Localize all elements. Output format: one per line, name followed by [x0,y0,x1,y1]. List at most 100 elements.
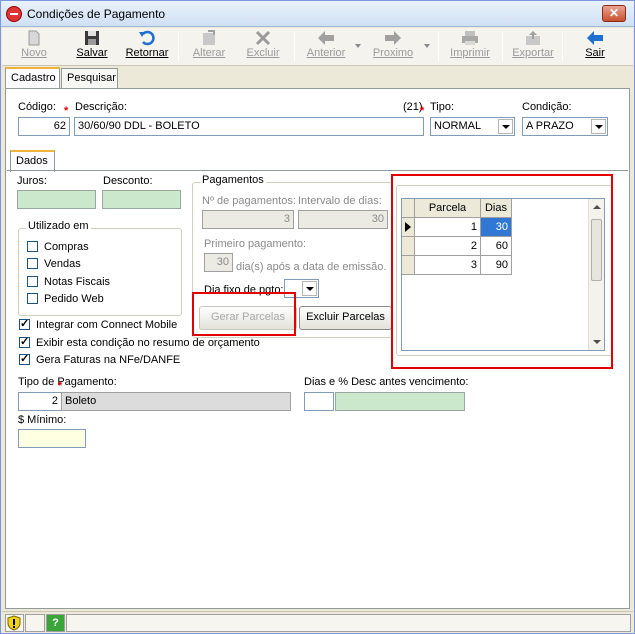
descricao-label: Descrição: [75,101,127,113]
excluir-parcelas-button[interactable]: Excluir Parcelas [299,306,392,330]
exportar-button[interactable]: Exportar [510,29,556,64]
compras-checkbox[interactable]: Compras [27,241,89,253]
notas-fiscais-checkbox[interactable]: Notas Fiscais [27,276,110,288]
vendas-label: Vendas [44,258,81,270]
required-marker: * [58,380,63,392]
gera-faturas-checkbox[interactable]: Gera Faturas na NFe/DANFE [19,352,181,366]
intervalo-label: Intervalo de dias: [298,195,382,207]
status-bar: ? [2,611,633,633]
exit-arrow-icon [587,31,603,45]
toolbar-separator [562,32,563,61]
printer-icon [462,31,478,45]
tipo-select[interactable]: NORMAL [430,117,515,136]
codigo-input[interactable]: 62 [18,117,70,136]
tipo-value: NORMAL [434,120,482,132]
gera-faturas-check[interactable] [19,352,30,365]
arrow-left-icon [318,31,334,45]
title-bar: Condições de Pagamento ✕ [1,1,634,27]
chevron-down-icon[interactable] [302,281,317,296]
novo-button[interactable]: Novo [14,29,54,64]
tab-cadastro[interactable]: Cadastro [5,67,60,89]
exibir-check[interactable] [19,335,30,348]
required-marker: * [64,105,69,117]
anterior-dropdown-icon[interactable] [355,44,361,48]
edit-icon [203,30,215,45]
pedido-web-checkbox[interactable]: Pedido Web [27,293,104,305]
n-pagamentos-label: Nº de pagamentos: [202,195,296,207]
proximo-dropdown-icon[interactable] [424,44,430,48]
integrar-label: Integrar com Connect Mobile [36,319,178,331]
highlight-box-grid [391,174,613,369]
dias-desc-input[interactable] [304,392,334,411]
imprimir-button[interactable]: Imprimir [448,29,492,64]
anterior-label: Anterior [306,47,346,59]
alterar-label: Alterar [192,47,226,59]
help-icon[interactable]: ? [46,614,65,632]
imprimir-label: Imprimir [450,47,490,59]
chevron-down-icon[interactable] [591,119,606,134]
window: Condições de Pagamento ✕ Novo Salvar Ret… [0,0,635,634]
toolbar: Novo Salvar Retornar Alterar Excluir Ant… [2,28,633,66]
condicao-select[interactable]: A PRAZO [522,117,608,136]
status-cell [25,614,45,632]
tab-pesquisar[interactable]: Pesquisar [61,68,118,88]
save-icon [85,31,99,45]
toolbar-separator [178,32,179,61]
app-icon [6,6,22,22]
integrar-check[interactable] [19,317,30,330]
anterior-button[interactable]: Anterior [303,29,349,64]
delete-icon [255,30,271,46]
exportar-label: Exportar [512,47,554,59]
tab-divider [7,170,628,171]
compras-label: Compras [44,241,89,253]
proximo-button[interactable]: Proximo [371,29,415,64]
new-document-icon [28,30,40,46]
toolbar-separator [294,32,295,61]
retornar-button[interactable]: Retornar [123,29,171,64]
integrar-checkbox[interactable]: Integrar com Connect Mobile [19,317,178,331]
highlight-box-gerar [192,292,296,336]
chevron-down-icon[interactable] [498,119,513,134]
status-message [66,614,631,632]
intervalo-input[interactable]: 30 [298,210,388,229]
tab-dados[interactable]: Dados [10,150,55,172]
pedido-web-check[interactable] [27,293,38,304]
vendas-checkbox[interactable]: Vendas [27,258,81,270]
primeiro-suffix: dia(s) após a data de emissão. [236,261,387,273]
shield-icon [7,615,21,631]
tipo-label: Tipo: [430,101,455,113]
n-pagamentos-input[interactable]: 3 [202,210,294,229]
condicao-value: A PRAZO [526,120,574,132]
excluir-label: Excluir [246,47,280,59]
sair-label: Sair [585,47,605,59]
notas-fiscais-check[interactable] [27,276,38,287]
toolbar-separator [502,32,503,61]
exibir-checkbox[interactable]: Exibir esta condição no resumo de orçame… [19,335,260,349]
tipo-pagamento-code-input[interactable]: 2 [18,392,62,411]
alterar-button[interactable]: Alterar [189,29,229,64]
sair-button[interactable]: Sair [579,29,611,64]
compras-check[interactable] [27,241,38,252]
minimo-input[interactable] [18,429,86,448]
pedido-web-label: Pedido Web [44,293,104,305]
undo-icon [139,30,155,46]
excluir-button[interactable]: Excluir [242,29,284,64]
pagamentos-label: Pagamentos [200,174,266,186]
percent-desc-input[interactable] [335,392,465,411]
salvar-label: Salvar [76,47,108,59]
juros-label: Juros: [17,175,47,187]
gera-faturas-label: Gera Faturas na NFe/DANFE [36,354,181,366]
required-marker: * [420,105,425,117]
desconto-input[interactable] [102,190,181,209]
salvar-button[interactable]: Salvar [72,29,112,64]
tipo-pagamento-name: Boleto [61,392,291,411]
dias-desc-label: Dias e % Desc antes vencimento: [304,376,469,388]
juros-input[interactable] [17,190,96,209]
primeiro-input[interactable]: 30 [204,253,233,272]
window-title: Condições de Pagamento [27,7,166,21]
descricao-input[interactable]: 30/60/90 DDL - BOLETO [74,117,424,136]
close-button[interactable]: ✕ [602,5,626,22]
vendas-check[interactable] [27,258,38,269]
exibir-label: Exibir esta condição no resumo de orçame… [36,337,260,349]
utilizado-em-label: Utilizado em [26,220,91,232]
